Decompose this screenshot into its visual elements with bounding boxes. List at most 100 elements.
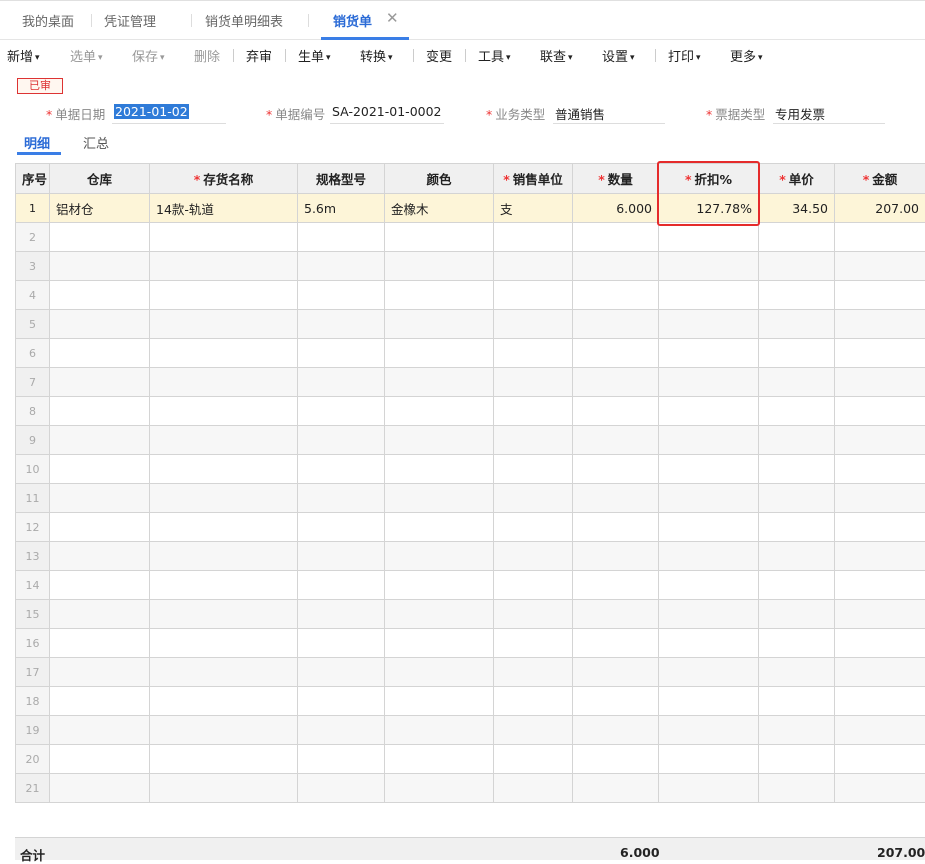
cell-quantity[interactable] [573,223,659,252]
cell-amount[interactable] [835,368,925,397]
cell-spec[interactable] [298,310,385,339]
table-row[interactable]: 11 [16,484,925,513]
cell-color[interactable] [385,716,494,745]
cell-unit-price[interactable] [759,745,835,774]
cell-sales-unit[interactable] [494,687,573,716]
cell-warehouse[interactable] [50,397,150,426]
cell-item-name[interactable] [150,397,298,426]
cell-unit-price[interactable] [759,484,835,513]
cell-quantity[interactable] [573,484,659,513]
table-row[interactable]: 13 [16,542,925,571]
cell-unit-price[interactable] [759,716,835,745]
cell-quantity[interactable] [573,397,659,426]
table-row[interactable]: 19 [16,716,925,745]
cell-quantity[interactable] [573,571,659,600]
cell-spec[interactable] [298,542,385,571]
cell-quantity[interactable] [573,774,659,803]
cell-warehouse[interactable] [50,745,150,774]
cell-warehouse[interactable] [50,426,150,455]
cell-discount[interactable] [659,774,759,803]
cell-item-name[interactable] [150,629,298,658]
cell-warehouse[interactable] [50,542,150,571]
invoice-type-field[interactable]: 专用发票 [775,104,825,123]
cell-color[interactable] [385,281,494,310]
cell-unit-price[interactable] [759,426,835,455]
table-row[interactable]: 6 [16,339,925,368]
cell-sales-unit[interactable] [494,774,573,803]
cell-color[interactable] [385,658,494,687]
more-button[interactable]: 更多▾ [730,46,763,65]
cell-sales-unit[interactable] [494,658,573,687]
cell-warehouse[interactable] [50,339,150,368]
tab-summary[interactable]: 汇总 [83,133,109,152]
cell-amount[interactable] [835,426,925,455]
table-row[interactable]: 2 [16,223,925,252]
table-row[interactable]: 15 [16,600,925,629]
cell-spec[interactable] [298,658,385,687]
cell-discount[interactable] [659,426,759,455]
column-header-discount[interactable]: *折扣% [659,164,759,194]
cell-amount[interactable] [835,629,925,658]
cell-color[interactable] [385,629,494,658]
cell-item-name[interactable] [150,368,298,397]
tab-desktop[interactable]: 我的桌面 [22,11,74,30]
cell-unit-price[interactable] [759,629,835,658]
cell-sales-unit[interactable] [494,223,573,252]
table-row[interactable]: 18 [16,687,925,716]
cell-amount[interactable] [835,223,925,252]
cell-color[interactable] [385,426,494,455]
cell-unit-price[interactable] [759,455,835,484]
cell-spec[interactable] [298,397,385,426]
cell-spec[interactable]: 5.6m [298,194,385,223]
column-header-item-name[interactable]: *存货名称 [150,164,298,194]
cell-color[interactable]: 金橡木 [385,194,494,223]
cell-item-name[interactable] [150,600,298,629]
cell-discount[interactable] [659,571,759,600]
cell-color[interactable] [385,368,494,397]
cell-item-name[interactable] [150,687,298,716]
cell-item-name[interactable] [150,339,298,368]
cell-discount[interactable] [659,629,759,658]
table-row[interactable]: 3 [16,252,925,281]
cell-unit-price[interactable] [759,339,835,368]
column-header-spec[interactable]: 规格型号 [298,164,385,194]
cell-unit-price[interactable] [759,397,835,426]
cell-unit-price[interactable] [759,281,835,310]
cell-warehouse[interactable] [50,281,150,310]
cell-sales-unit[interactable] [494,455,573,484]
column-header-color[interactable]: 颜色 [385,164,494,194]
cell-discount[interactable] [659,368,759,397]
table-row[interactable]: 16 [16,629,925,658]
table-row[interactable]: 21 [16,774,925,803]
cell-discount[interactable]: 127.78% [659,194,759,223]
cell-sales-unit[interactable] [494,252,573,281]
cell-amount[interactable] [835,745,925,774]
table-row[interactable]: 10 [16,455,925,484]
cell-sales-unit[interactable] [494,397,573,426]
cell-warehouse[interactable] [50,774,150,803]
table-row[interactable]: 12 [16,513,925,542]
cell-quantity[interactable] [573,339,659,368]
cell-discount[interactable] [659,513,759,542]
column-header-sales-unit[interactable]: *销售单位 [494,164,573,194]
cell-item-name[interactable] [150,426,298,455]
cell-discount[interactable] [659,252,759,281]
cell-discount[interactable] [659,687,759,716]
cell-spec[interactable] [298,513,385,542]
table-row[interactable]: 14 [16,571,925,600]
save-button[interactable]: 保存▾ [132,46,165,65]
tab-voucher-management[interactable]: 凭证管理 [104,11,156,30]
cell-discount[interactable] [659,455,759,484]
cell-sales-unit[interactable] [494,368,573,397]
table-row[interactable]: 4 [16,281,925,310]
cell-discount[interactable] [659,281,759,310]
cell-discount[interactable] [659,658,759,687]
cell-item-name[interactable] [150,774,298,803]
cell-amount[interactable] [835,310,925,339]
cell-warehouse[interactable] [50,455,150,484]
cell-color[interactable] [385,223,494,252]
cell-color[interactable] [385,310,494,339]
cell-item-name[interactable] [150,542,298,571]
cell-unit-price[interactable] [759,687,835,716]
cell-spec[interactable] [298,600,385,629]
